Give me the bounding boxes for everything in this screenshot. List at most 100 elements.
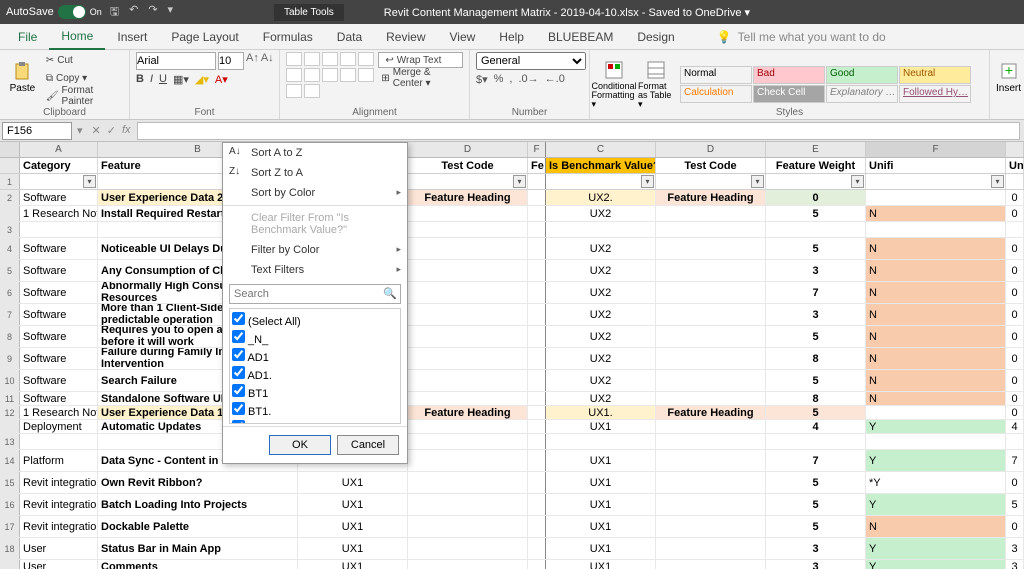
wrap-text-button[interactable]: ↩Wrap Text <box>378 52 463 68</box>
cell[interactable]: UX2 <box>546 206 656 221</box>
cell[interactable] <box>408 304 528 325</box>
tab-home[interactable]: Home <box>49 24 105 50</box>
cell[interactable]: 4 <box>1006 420 1024 433</box>
cell[interactable] <box>656 222 766 237</box>
cell[interactable]: 0 <box>1006 282 1024 303</box>
row-header[interactable]: 7 <box>0 304 20 325</box>
cell[interactable] <box>866 406 1006 419</box>
cell[interactable] <box>528 222 546 237</box>
cell[interactable]: 5 <box>766 516 866 537</box>
header-testcode2[interactable]: Test Code <box>656 158 766 173</box>
row-header[interactable]: 17 <box>0 516 20 537</box>
row-header[interactable]: 8 <box>0 326 20 347</box>
cell[interactable]: 7 <box>766 282 866 303</box>
sort-by-color[interactable]: Sort by Color▸ <box>223 183 407 203</box>
row-header[interactable] <box>0 420 20 433</box>
cut-button[interactable]: ✂Cut <box>43 52 123 68</box>
row-header[interactable]: 16 <box>0 494 20 515</box>
cell[interactable] <box>866 222 1006 237</box>
cell[interactable] <box>408 392 528 405</box>
cell[interactable]: UX1 <box>546 538 656 559</box>
cell[interactable] <box>408 282 528 303</box>
row-header[interactable] <box>0 206 20 221</box>
filter-check-item[interactable]: BT1. <box>232 401 398 419</box>
header-featureweight[interactable]: Feature Weight <box>766 158 866 173</box>
cell[interactable] <box>408 326 528 347</box>
number-format-select[interactable]: General <box>476 52 586 70</box>
col-header[interactable]: E <box>766 142 866 157</box>
header-unifi2[interactable]: Unifi <box>1006 158 1024 173</box>
cell[interactable] <box>656 472 766 493</box>
paste-button[interactable]: Paste <box>6 52 39 102</box>
header-fcut[interactable]: Fe <box>528 158 546 173</box>
table-row[interactable]: 3 <box>0 222 1024 238</box>
row-header[interactable] <box>0 560 20 569</box>
filter-checklist[interactable]: (Select All) _N_ AD1 AD1. BT1 BT1. CD1 C… <box>229 308 401 424</box>
cell[interactable]: Feature Heading <box>656 190 766 205</box>
cell[interactable]: Own Revit Ribbon? <box>98 472 298 493</box>
tab-insert[interactable]: Insert <box>105 25 159 49</box>
cell[interactable] <box>656 420 766 433</box>
copy-button[interactable]: ⧉Copy ▾ <box>43 70 123 86</box>
comma-button[interactable]: , <box>509 73 512 86</box>
fx-icon[interactable]: fx <box>122 124 131 137</box>
decrease-decimal-button[interactable]: ←.0 <box>545 73 565 86</box>
qat-save-icon[interactable]: 🖫 <box>110 3 119 22</box>
cell[interactable]: UX2 <box>546 282 656 303</box>
cell[interactable]: N <box>866 326 1006 347</box>
cell[interactable]: 5 <box>1006 494 1024 515</box>
cell[interactable]: 8 <box>766 392 866 405</box>
cell[interactable] <box>408 260 528 281</box>
row-header[interactable]: 15 <box>0 472 20 493</box>
filter-check-item[interactable]: CD1 <box>232 419 398 424</box>
cell[interactable]: Software <box>20 370 98 391</box>
font-size-input[interactable] <box>218 52 244 70</box>
cell[interactable]: User <box>20 538 98 559</box>
row-header[interactable]: 2 <box>0 190 20 205</box>
cell[interactable]: N <box>866 516 1006 537</box>
cell[interactable] <box>408 560 528 569</box>
table-row[interactable]: 1 Research NoteInstall Required Restart?… <box>0 206 1024 222</box>
cell[interactable] <box>408 472 528 493</box>
cell[interactable]: UX2 <box>546 304 656 325</box>
cell[interactable] <box>1006 222 1024 237</box>
cell[interactable]: UX1 <box>546 560 656 569</box>
cell[interactable]: UX1 <box>546 450 656 471</box>
cell[interactable]: Batch Loading Into Projects <box>98 494 298 515</box>
tab-design[interactable]: Design <box>625 25 686 49</box>
cell[interactable]: Y <box>866 420 1006 433</box>
table-row[interactable]: 6SoftwareAbnormally High ConsumpResource… <box>0 282 1024 304</box>
tab-formulas[interactable]: Formulas <box>251 25 325 49</box>
cell[interactable] <box>528 560 546 569</box>
header-category[interactable]: Category <box>20 158 98 173</box>
col-header[interactable]: D <box>656 142 766 157</box>
cell[interactable]: 0 <box>1006 190 1024 205</box>
cell[interactable]: 0 <box>1006 260 1024 281</box>
cell[interactable]: Software <box>20 348 98 369</box>
cell[interactable]: Status Bar in Main App <box>98 538 298 559</box>
col-header[interactable]: C <box>546 142 656 157</box>
cell[interactable] <box>528 326 546 347</box>
cell[interactable]: 5 <box>766 326 866 347</box>
filter-search-input[interactable] <box>229 284 401 304</box>
cell[interactable]: Software <box>20 238 98 259</box>
cell[interactable]: 3 <box>766 538 866 559</box>
cell[interactable]: 0 <box>1006 326 1024 347</box>
cell[interactable]: UX1 <box>298 538 408 559</box>
table-row[interactable]: 14PlatformData Sync - Content in CloUX17… <box>0 450 1024 472</box>
text-filters[interactable]: Text Filters▸ <box>223 260 407 280</box>
qat-customize-icon[interactable]: ▾ <box>168 3 174 22</box>
row-header[interactable]: 11 <box>0 392 20 405</box>
cell[interactable] <box>656 434 766 449</box>
cell[interactable] <box>656 348 766 369</box>
table-row[interactable]: 4SoftwareNoticeable UI Delays DurinUX25N… <box>0 238 1024 260</box>
merge-center-button[interactable]: ⊞Merge & Center ▾ <box>378 70 463 86</box>
tab-data[interactable]: Data <box>325 25 374 49</box>
table-row[interactable]: 2SoftwareUser Experience Data 2 - BFeatu… <box>0 190 1024 206</box>
cell[interactable]: 5 <box>766 370 866 391</box>
cell[interactable] <box>528 206 546 221</box>
cell[interactable]: Revit integration <box>20 494 98 515</box>
cell[interactable] <box>528 434 546 449</box>
cell[interactable] <box>528 260 546 281</box>
cell[interactable]: Deployment <box>20 420 98 433</box>
